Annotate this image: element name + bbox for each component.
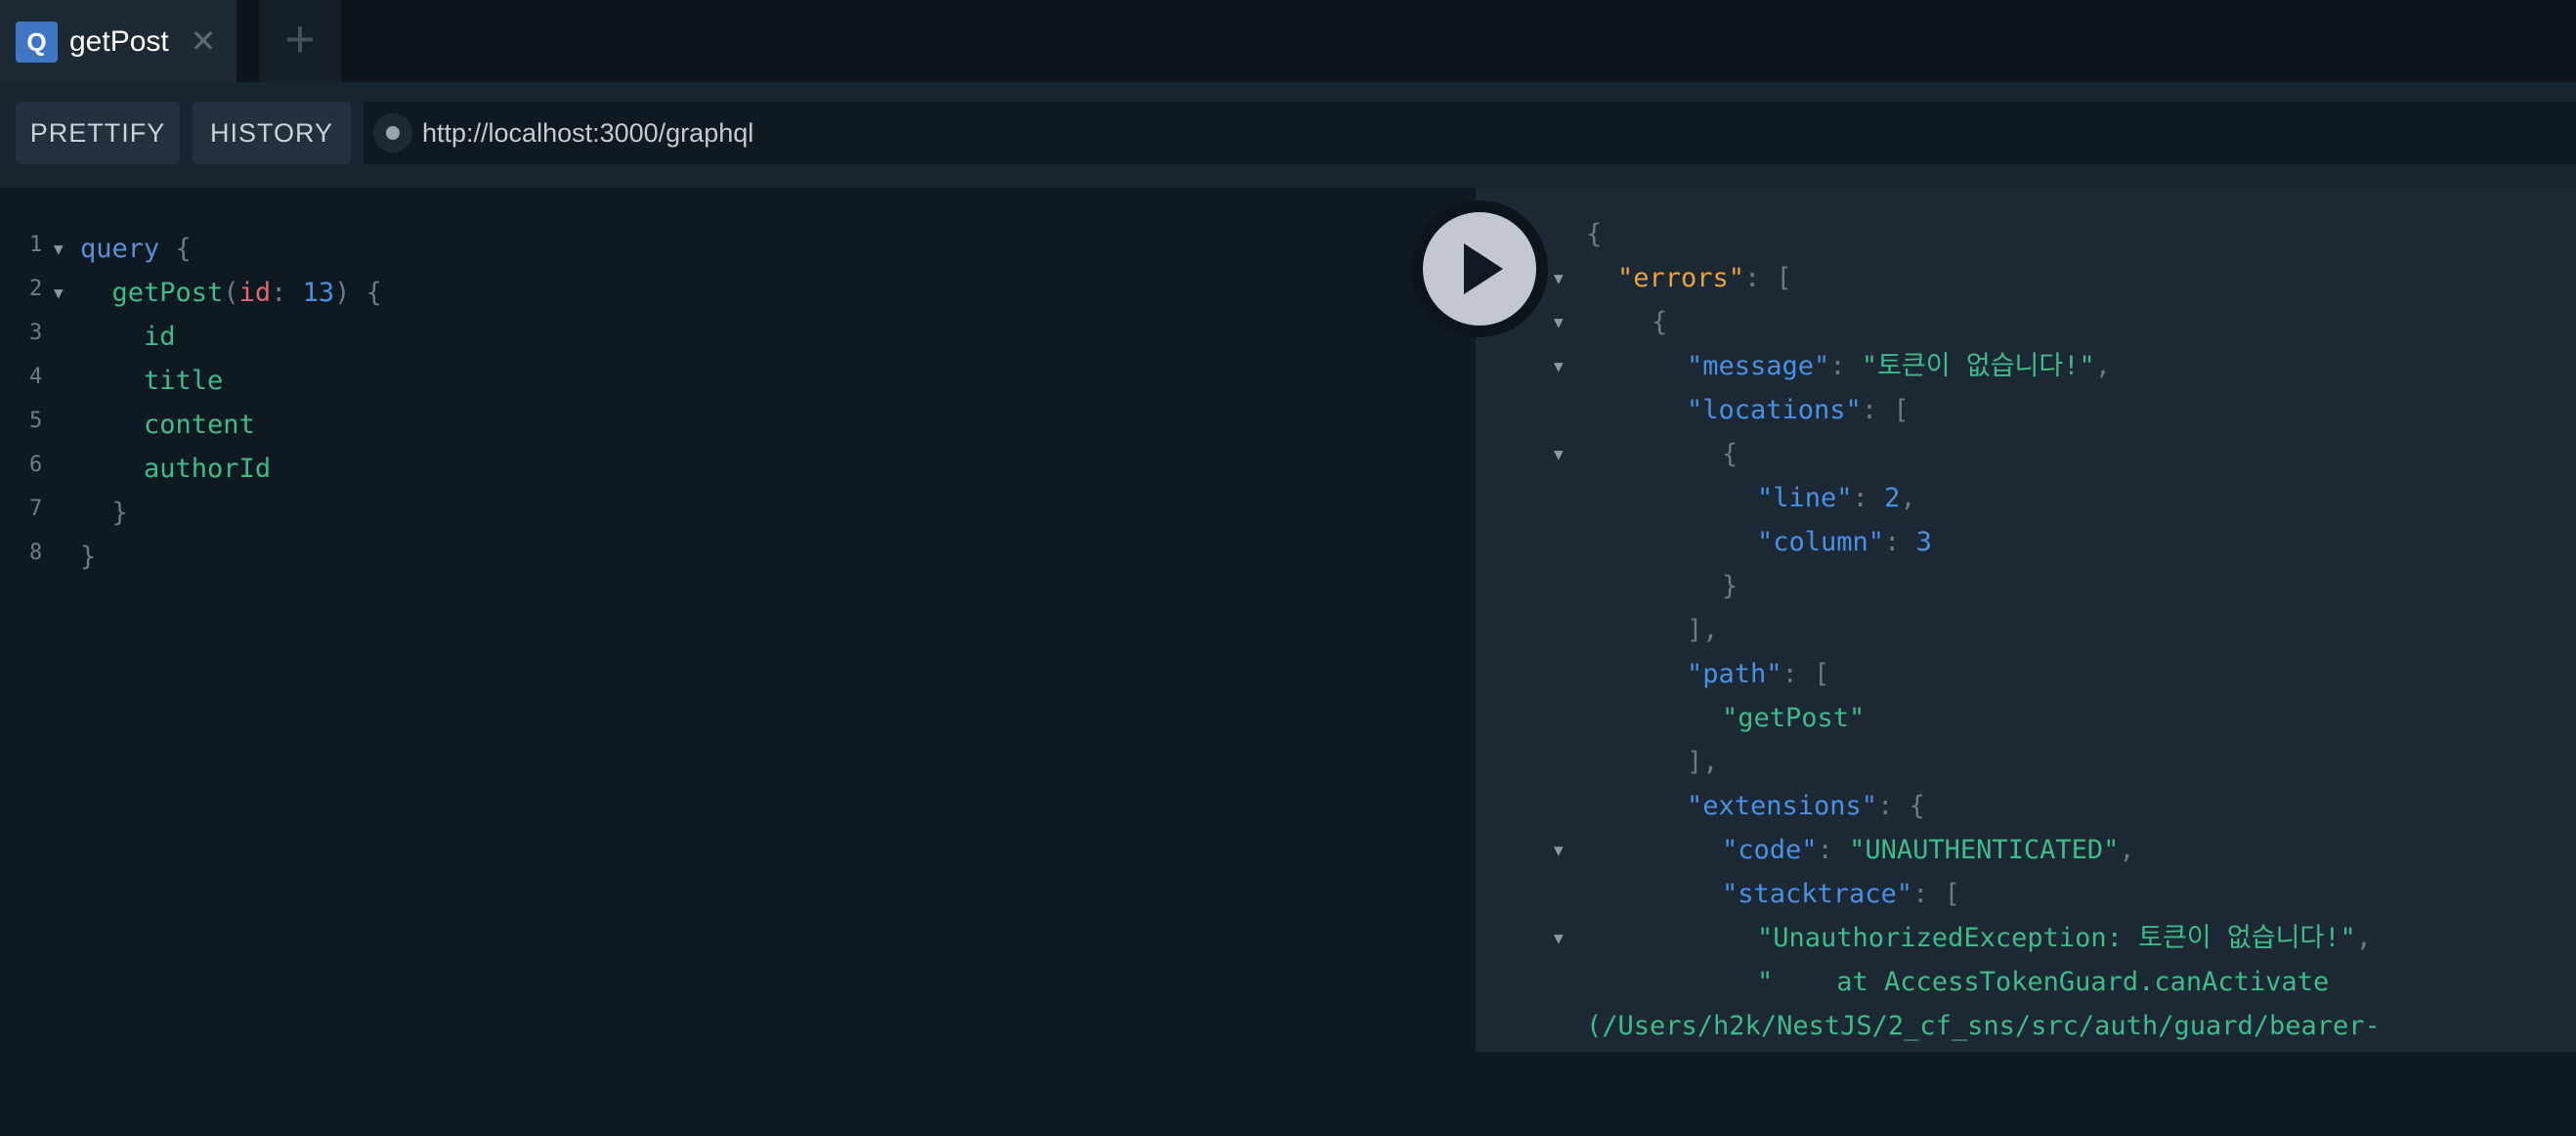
- result-line: ▼ "extensions": {: [1476, 784, 2576, 859]
- result-line: "UnauthorizedException: 토큰이 없습니다!",: [1757, 923, 2373, 953]
- toolbar: PRETTIFY HISTORY http://localhost:3000/g…: [0, 82, 2576, 188]
- query-editor[interactable]: 1 ▼ query { 2 ▼ getPost(id: 13) { 3 id 4…: [0, 188, 1476, 1052]
- execute-query-button[interactable]: [1411, 200, 1548, 337]
- close-brace: }: [111, 498, 128, 528]
- json-string: (/Users/h2k/NestJS/2_cf_sns/src/auth/gua…: [1586, 1011, 2381, 1041]
- open-brace: {: [365, 278, 382, 308]
- code-line: 3 id: [0, 315, 1466, 359]
- line-number: 1: [29, 233, 43, 257]
- json-key: "stacktrace": [1722, 879, 1913, 909]
- json-string: "UnauthorizedException: 토큰이 없습니다!": [1757, 923, 2356, 953]
- argument-name: id: [238, 278, 272, 308]
- tab-getpost[interactable]: Q getPost ✕: [0, 0, 236, 82]
- code-line: 8 }: [0, 535, 1466, 579]
- result-line: ▼ {: [1476, 212, 2576, 287]
- result-line: "column": 3: [1757, 527, 1932, 557]
- line-number: 6: [29, 453, 43, 477]
- line-number: 3: [29, 321, 43, 345]
- add-tab-button[interactable]: +: [259, 0, 341, 82]
- open-brace: {: [175, 234, 192, 264]
- result-line: "path": [: [1687, 659, 1830, 689]
- result-line: ▼ {: [1476, 300, 2576, 375]
- history-button[interactable]: HISTORY: [193, 102, 351, 164]
- json-key: "locations": [1687, 395, 1862, 425]
- json-key: "errors": [1617, 263, 1745, 293]
- field-name: content: [144, 410, 255, 440]
- result-viewer: ▼ { ▼ "errors": [ ▼ { "message": "토큰이 없습…: [1476, 188, 2576, 1052]
- field-name: title: [144, 366, 224, 396]
- line-number: 4: [29, 365, 43, 389]
- tab-bar: Q getPost ✕ +: [0, 0, 2576, 82]
- endpoint-url-input[interactable]: http://localhost:3000/graphql: [364, 102, 2576, 164]
- code-line: 5 content: [0, 403, 1466, 447]
- result-line: ],: [1687, 615, 1719, 645]
- result-line: " at AccessTokenGuard.canActivate: [1476, 960, 2576, 1004]
- colon: :: [271, 278, 287, 308]
- result-line: {: [1722, 439, 1739, 469]
- result-line: "message": "토큰이 없습니다!",: [1687, 351, 2111, 381]
- code-line: 4 title: [0, 359, 1466, 403]
- json-string: "getPost": [1722, 703, 1866, 733]
- result-line: (/Users/h2k/NestJS/2_cf_sns/src/auth/gua…: [1476, 1004, 2576, 1048]
- open-paren: (: [223, 278, 239, 308]
- json-key: "column": [1757, 527, 1885, 557]
- close-icon[interactable]: ✕: [189, 22, 218, 61]
- fold-arrow-icon[interactable]: ▼: [54, 271, 64, 315]
- tab-title: getPost: [69, 25, 169, 58]
- json-key: "line": [1757, 483, 1853, 513]
- code-line: 7 }: [0, 491, 1466, 535]
- query-badge-icon: Q: [16, 22, 58, 63]
- code-line: 1 ▼ query {: [0, 227, 1466, 271]
- operation-name: getPost: [111, 278, 224, 308]
- json-key: "code": [1722, 835, 1818, 865]
- json-string: "UNAUTHENTICATED": [1849, 835, 2120, 865]
- json-key: "path": [1687, 659, 1782, 689]
- field-name: id: [144, 322, 176, 352]
- result-line: "line": 2,: [1757, 483, 1916, 513]
- result-line: }: [1722, 571, 1739, 601]
- json-string: "토큰이 없습니다!": [1861, 351, 2095, 381]
- field-name: authorId: [144, 454, 272, 484]
- play-icon: [1464, 243, 1503, 294]
- json-number: 2: [1884, 483, 1901, 513]
- fold-arrow-icon[interactable]: ▼: [54, 227, 64, 271]
- result-line: ],: [1687, 747, 1719, 777]
- line-number: 8: [29, 541, 43, 565]
- close-paren: ): [334, 278, 351, 308]
- connection-status-icon: [373, 113, 412, 153]
- code-line: 2 ▼ getPost(id: 13) {: [0, 271, 1466, 315]
- json-key: "message": [1687, 351, 1830, 381]
- argument-value: 13: [302, 278, 335, 308]
- line-number: 2: [29, 277, 43, 301]
- json-string: " at AccessTokenGuard.canActivate: [1757, 967, 2330, 997]
- endpoint-url-text: http://localhost:3000/graphql: [422, 118, 754, 148]
- result-line: "getPost": [1476, 696, 2576, 740]
- prettify-button[interactable]: PRETTIFY: [16, 102, 180, 164]
- line-number: 5: [29, 409, 43, 433]
- code-line: 6 authorId: [0, 447, 1466, 491]
- line-number: 7: [29, 497, 43, 521]
- result-line: ▼ "errors": [: [1476, 256, 2576, 331]
- close-brace: }: [80, 542, 97, 572]
- result-line: ▼ "locations": [: [1476, 388, 2576, 463]
- query-keyword: query: [80, 234, 160, 264]
- result-line: "code": "UNAUTHENTICATED",: [1722, 835, 2135, 865]
- result-line: ▼ "stacktrace": [: [1476, 872, 2576, 947]
- json-number: 3: [1915, 527, 1932, 557]
- json-key: "extensions": [1687, 791, 1878, 821]
